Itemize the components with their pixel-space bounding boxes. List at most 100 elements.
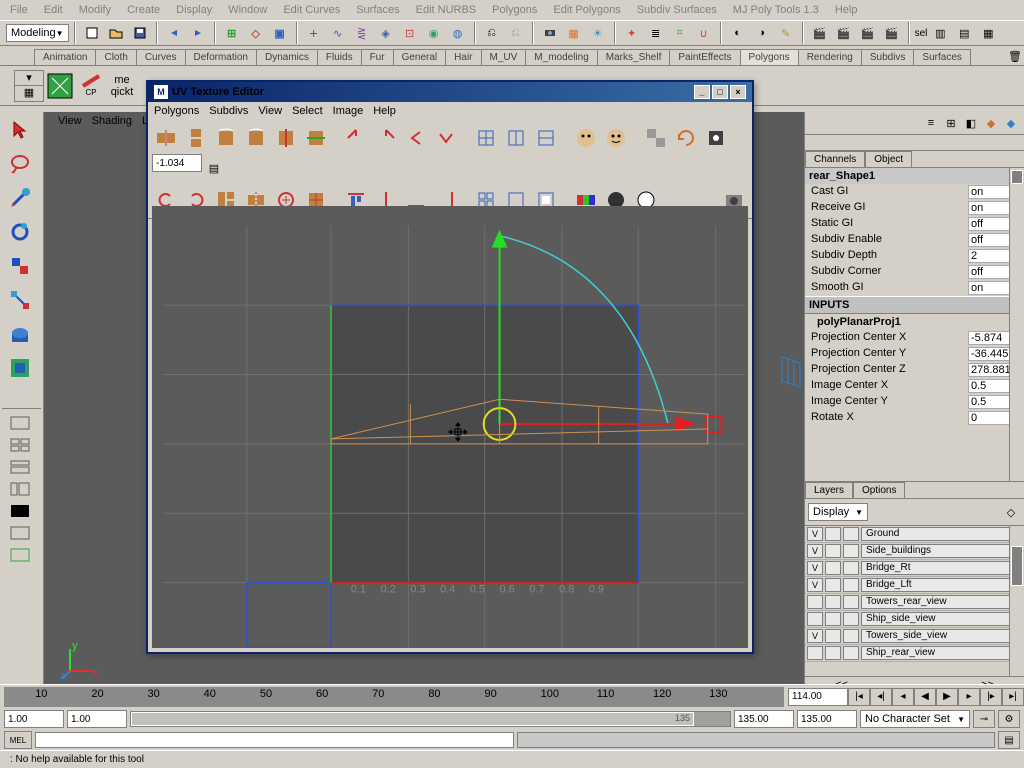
shelf-tab-subdivs[interactable]: Subdivs xyxy=(861,49,915,65)
magnet-icon[interactable]: ∪ xyxy=(693,22,715,44)
soft-mod-tool-icon[interactable] xyxy=(2,318,38,350)
new-layer-icon[interactable]: ◇ xyxy=(1001,502,1021,522)
uv-refresh-icon[interactable] xyxy=(672,124,700,152)
input-node-name[interactable]: polyPlanarProj1 xyxy=(805,314,1024,330)
layer-color-swatch[interactable] xyxy=(843,578,859,592)
layout-four-icon[interactable] xyxy=(2,435,38,455)
clapper1-icon[interactable]: 🎬 xyxy=(809,22,831,44)
layer-visibility-toggle[interactable]: V xyxy=(807,561,823,575)
layout-variant5-icon[interactable] xyxy=(2,545,38,565)
uv-face1-icon[interactable] xyxy=(572,124,600,152)
layer-color-swatch[interactable] xyxy=(843,646,859,660)
save-scene-icon[interactable] xyxy=(129,22,151,44)
tool-a-icon[interactable]: ◐ xyxy=(727,22,749,44)
layer-color-swatch[interactable] xyxy=(843,527,859,541)
layers-options-tab[interactable]: Options xyxy=(853,482,905,498)
menu-display[interactable]: Display xyxy=(170,2,218,18)
menu-subdiv-surfaces[interactable]: Subdiv Surfaces xyxy=(631,2,723,18)
goto-end-icon[interactable]: ▸| xyxy=(1002,688,1024,706)
shelf-tab-dynamics[interactable]: Dynamics xyxy=(256,49,318,65)
layer-visibility-toggle[interactable] xyxy=(807,646,823,660)
uv-face2-icon[interactable] xyxy=(602,124,630,152)
layer-type-toggle[interactable] xyxy=(825,544,841,558)
uv-menu-view[interactable]: View xyxy=(258,105,282,117)
snap-grid-icon[interactable]: + xyxy=(303,22,325,44)
layer-name-label[interactable]: Bridge_Rt xyxy=(861,561,1022,575)
uv-menu-select[interactable]: Select xyxy=(292,105,323,117)
clapper2-icon[interactable]: 🎬 xyxy=(833,22,855,44)
layer-name-label[interactable]: Bridge_Lft xyxy=(861,578,1022,592)
shelf-tab-deformation[interactable]: Deformation xyxy=(185,49,257,65)
select-hierarchy-icon[interactable]: ⊞ xyxy=(221,22,243,44)
layout3-icon[interactable]: ▦ xyxy=(977,22,999,44)
layer-name-label[interactable]: Side_buildings xyxy=(861,544,1022,558)
new-scene-icon[interactable] xyxy=(81,22,103,44)
select-tool-icon[interactable] xyxy=(2,114,38,146)
clapper3-icon[interactable]: 🎬 xyxy=(857,22,879,44)
time-ruler[interactable]: 102030405060708090100110120130 xyxy=(4,687,784,707)
uv-sel-shell-icon[interactable] xyxy=(342,124,370,152)
manip-tool-icon[interactable] xyxy=(2,284,38,316)
make-live-icon[interactable]: ◉ xyxy=(423,22,445,44)
show-manip-tool-icon[interactable] xyxy=(2,352,38,384)
layer-display-dropdown[interactable]: Display▼ xyxy=(808,503,868,521)
uv-flip-v-icon[interactable] xyxy=(182,124,210,152)
shelf-tab-fur[interactable]: Fur xyxy=(361,49,394,65)
layout-variant3-icon[interactable] xyxy=(2,501,38,521)
layer-name-label[interactable]: Ship_rear_view xyxy=(861,646,1022,660)
range-end-field[interactable]: 135.00 xyxy=(797,710,857,728)
play-fwd-icon[interactable]: ▶ xyxy=(936,688,958,706)
uv-rotate-ccw-icon[interactable] xyxy=(212,124,240,152)
uv-snap-icon[interactable] xyxy=(702,124,730,152)
channel-scrollbar[interactable] xyxy=(1009,168,1024,481)
playback-start-field[interactable]: 1.00 xyxy=(67,710,127,728)
uv-sew-icon[interactable] xyxy=(302,124,330,152)
menu-edit-nurbs[interactable]: Edit NURBS xyxy=(410,2,483,18)
shelf-button-me[interactable]: meqickt xyxy=(107,71,137,101)
hypershade-icon[interactable]: ✦ xyxy=(621,22,643,44)
layer-name-label[interactable]: Towers_side_view xyxy=(861,629,1022,643)
shelf-tab-rendering[interactable]: Rendering xyxy=(798,49,862,65)
undo-icon[interactable] xyxy=(163,22,185,44)
time-slider[interactable]: 102030405060708090100110120130 114.00 |◂… xyxy=(0,684,1024,708)
layer-scrollbar[interactable] xyxy=(1009,526,1024,676)
layer-type-toggle[interactable] xyxy=(825,527,841,541)
uv-grid2-icon[interactable] xyxy=(502,124,530,152)
history-on-icon[interactable]: ⎌ xyxy=(481,22,503,44)
layout2-icon[interactable]: ▤ xyxy=(953,22,975,44)
shelf-button-1[interactable] xyxy=(45,71,75,101)
layout-single-icon[interactable] xyxy=(2,413,38,433)
lock-icon[interactable]: ◍ xyxy=(447,22,469,44)
clapper4-icon[interactable]: 🎬 xyxy=(881,22,903,44)
snap-live-icon[interactable]: ⊡ xyxy=(399,22,421,44)
uv-canvas[interactable]: 0.10.20.3 0.40.50.6 0.70.80.9 xyxy=(152,206,748,648)
layer-row[interactable]: VGround xyxy=(805,526,1024,543)
shelf-tab-animation[interactable]: Animation xyxy=(34,49,96,65)
select-object-icon[interactable]: ◇ xyxy=(245,22,267,44)
uv-menu-image[interactable]: Image xyxy=(333,105,364,117)
menu-window[interactable]: Window xyxy=(222,2,273,18)
open-scene-icon[interactable] xyxy=(105,22,127,44)
layer-type-toggle[interactable] xyxy=(825,646,841,660)
layer-row[interactable]: Ship_side_view xyxy=(805,611,1024,628)
script-editor-icon[interactable]: ▤ xyxy=(998,731,1020,749)
graph-icon[interactable]: ⌗ xyxy=(669,22,691,44)
uv-menu-subdivs[interactable]: Subdivs xyxy=(209,105,248,117)
uv-cut-icon[interactable] xyxy=(272,124,300,152)
uv-value-field[interactable]: -1.034 xyxy=(152,154,202,172)
layer-visibility-toggle[interactable] xyxy=(807,612,823,626)
shelf-trash-icon[interactable]: 🗑 xyxy=(1006,47,1024,65)
step-back-key-icon[interactable]: ◂| xyxy=(870,688,892,706)
layout-variant1-icon[interactable] xyxy=(2,457,38,477)
layer-name-label[interactable]: Ship_side_view xyxy=(861,612,1022,626)
menu-help[interactable]: Help xyxy=(829,2,864,18)
current-frame-field[interactable]: 114.00 xyxy=(788,688,848,706)
menu-edit-curves[interactable]: Edit Curves xyxy=(277,2,346,18)
snap-point-icon[interactable]: ⋛ xyxy=(351,22,373,44)
channels-tab[interactable]: Channels xyxy=(805,151,865,167)
shelf-tab-general[interactable]: General xyxy=(393,49,447,65)
shelf-tab-painteffects[interactable]: PaintEffects xyxy=(669,49,740,65)
object-tab[interactable]: Object xyxy=(865,151,912,167)
shelf-button-cp[interactable]: CP xyxy=(76,71,106,101)
layout-variant2-icon[interactable] xyxy=(2,479,38,499)
